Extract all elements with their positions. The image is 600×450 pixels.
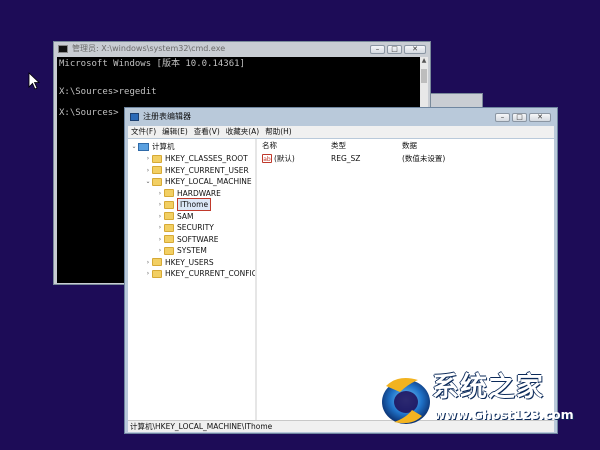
folder-icon (164, 189, 174, 197)
folder-icon (152, 166, 162, 174)
collapse-arrow-icon[interactable]: ⌄ (130, 141, 138, 152)
column-header-data[interactable]: 数据 (402, 141, 417, 151)
expand-arrow-icon[interactable]: › (144, 153, 152, 164)
tree-label: SAM (177, 211, 194, 221)
tree-label: SYSTEM (177, 246, 207, 255)
tree-node-computer[interactable]: ⌄ 计算机 (130, 141, 175, 152)
cmd-line: X:\Sources>regedit (59, 87, 157, 97)
regedit-window-controls: – □ ✕ (495, 113, 551, 122)
folder-icon (152, 177, 162, 186)
folder-icon (164, 235, 174, 243)
folder-icon (164, 212, 174, 220)
tree-node-security[interactable]: › SECURITY (156, 222, 214, 233)
tree-label: HARDWARE (177, 188, 221, 198)
regedit-icon (130, 113, 139, 121)
status-path: 计算机\HKEY_LOCAL_MACHINE\IThome (130, 422, 273, 431)
tree-node-software[interactable]: › SOFTWARE (156, 234, 219, 245)
tree-label: HKEY_CLASSES_ROOT (165, 154, 248, 163)
tree-node-hkcr[interactable]: › HKEY_CLASSES_ROOT (144, 153, 248, 164)
menu-edit[interactable]: 编辑(E) (159, 126, 191, 138)
menu-bar: 文件(F) 编辑(E) 查看(V) 收藏夹(A) 帮助(H) (128, 126, 554, 138)
expand-arrow-icon[interactable]: › (156, 199, 164, 210)
value-name[interactable]: (默认) (274, 154, 295, 164)
menu-file[interactable]: 文件(F) (128, 126, 159, 138)
cmd-scroll-thumb[interactable] (421, 69, 427, 83)
pane-splitter[interactable] (255, 139, 257, 420)
value-data: (数值未设置) (402, 154, 446, 163)
cmd-titlebar[interactable]: 管理员: X:\windows\system32\cmd.exe – □ ✕ (54, 42, 430, 56)
expand-arrow-icon[interactable]: › (156, 234, 164, 245)
expand-arrow-icon[interactable]: › (156, 211, 164, 222)
expand-arrow-icon[interactable]: › (144, 257, 152, 268)
folder-icon (164, 223, 174, 232)
cmd-icon (58, 45, 68, 53)
cmd-minimize-button[interactable]: – (370, 45, 385, 54)
tree-node-hkcu[interactable]: › HKEY_CURRENT_USER (144, 165, 249, 176)
expand-arrow-icon[interactable]: › (144, 268, 152, 279)
folder-icon (164, 200, 174, 209)
regedit-close-button[interactable]: ✕ (529, 113, 551, 122)
menu-favorites[interactable]: 收藏夹(A) (223, 126, 262, 138)
scroll-up-icon[interactable]: ▲ (420, 57, 428, 65)
tree-label: HKEY_USERS (165, 257, 214, 267)
expand-arrow-icon[interactable]: › (156, 188, 164, 199)
watermark-logo-icon (382, 378, 430, 424)
expand-arrow-icon[interactable]: › (156, 222, 164, 233)
regedit-titlebar[interactable]: 注册表编辑器 – □ ✕ (125, 108, 557, 126)
cmd-line: Microsoft Windows [版本 10.0.14361] (59, 59, 245, 69)
expand-arrow-icon[interactable]: › (144, 165, 152, 176)
expand-arrow-icon[interactable]: › (156, 245, 164, 256)
tree-node-sam[interactable]: › SAM (156, 211, 194, 222)
tree-node-hku[interactable]: › HKEY_USERS (144, 257, 214, 268)
regedit-maximize-button[interactable]: □ (512, 113, 527, 122)
regedit-minimize-button[interactable]: – (495, 113, 510, 122)
folder-icon (152, 154, 162, 163)
menu-help[interactable]: 帮助(H) (262, 126, 295, 138)
watermark-url: www.Ghost123.com (434, 407, 574, 422)
string-value-icon: ab (262, 154, 272, 163)
folder-icon (152, 269, 162, 278)
regedit-title: 注册表编辑器 (143, 112, 191, 121)
folder-icon (164, 246, 174, 255)
cmd-title: 管理员: X:\windows\system32\cmd.exe (72, 44, 226, 53)
cmd-line: X:\Sources> (59, 108, 119, 118)
tree-label: SOFTWARE (177, 234, 219, 244)
folder-icon (152, 258, 162, 266)
cmd-close-button[interactable]: ✕ (404, 45, 426, 54)
tree-node-hklm[interactable]: ⌄ HKEY_LOCAL_MACHINE (144, 176, 252, 187)
tree-label: HKEY_CURRENT_CONFIG (165, 269, 258, 278)
cmd-window-controls: – □ ✕ (370, 45, 426, 54)
cmd-maximize-button[interactable]: □ (387, 45, 402, 54)
column-header-type[interactable]: 类型 (331, 141, 346, 151)
tree-node-system[interactable]: › SYSTEM (156, 245, 207, 256)
tree-node-hkcc[interactable]: › HKEY_CURRENT_CONFIG (144, 268, 258, 279)
tree-node-hardware[interactable]: › HARDWARE (156, 188, 221, 199)
tree-label: HKEY_CURRENT_USER (165, 165, 249, 175)
tree-node-ithome[interactable]: › IThome (156, 198, 212, 211)
mouse-cursor-icon (28, 72, 40, 90)
value-type: REG_SZ (331, 154, 361, 163)
tree-label: SECURITY (177, 223, 214, 232)
watermark-title: 系统之家 (432, 372, 544, 403)
tree-label-selected: IThome (177, 198, 212, 211)
column-header-name[interactable]: 名称 (262, 141, 277, 151)
collapse-arrow-icon[interactable]: ⌄ (144, 176, 152, 187)
menu-view[interactable]: 查看(V) (191, 126, 223, 138)
key-tree[interactable]: ⌄ 计算机 › HKEY_CLASSES_ROOT › HKEY_CURRENT… (128, 139, 258, 420)
tree-label: 计算机 (152, 142, 175, 151)
computer-icon (138, 142, 149, 151)
tree-label: HKEY_LOCAL_MACHINE (165, 177, 252, 186)
